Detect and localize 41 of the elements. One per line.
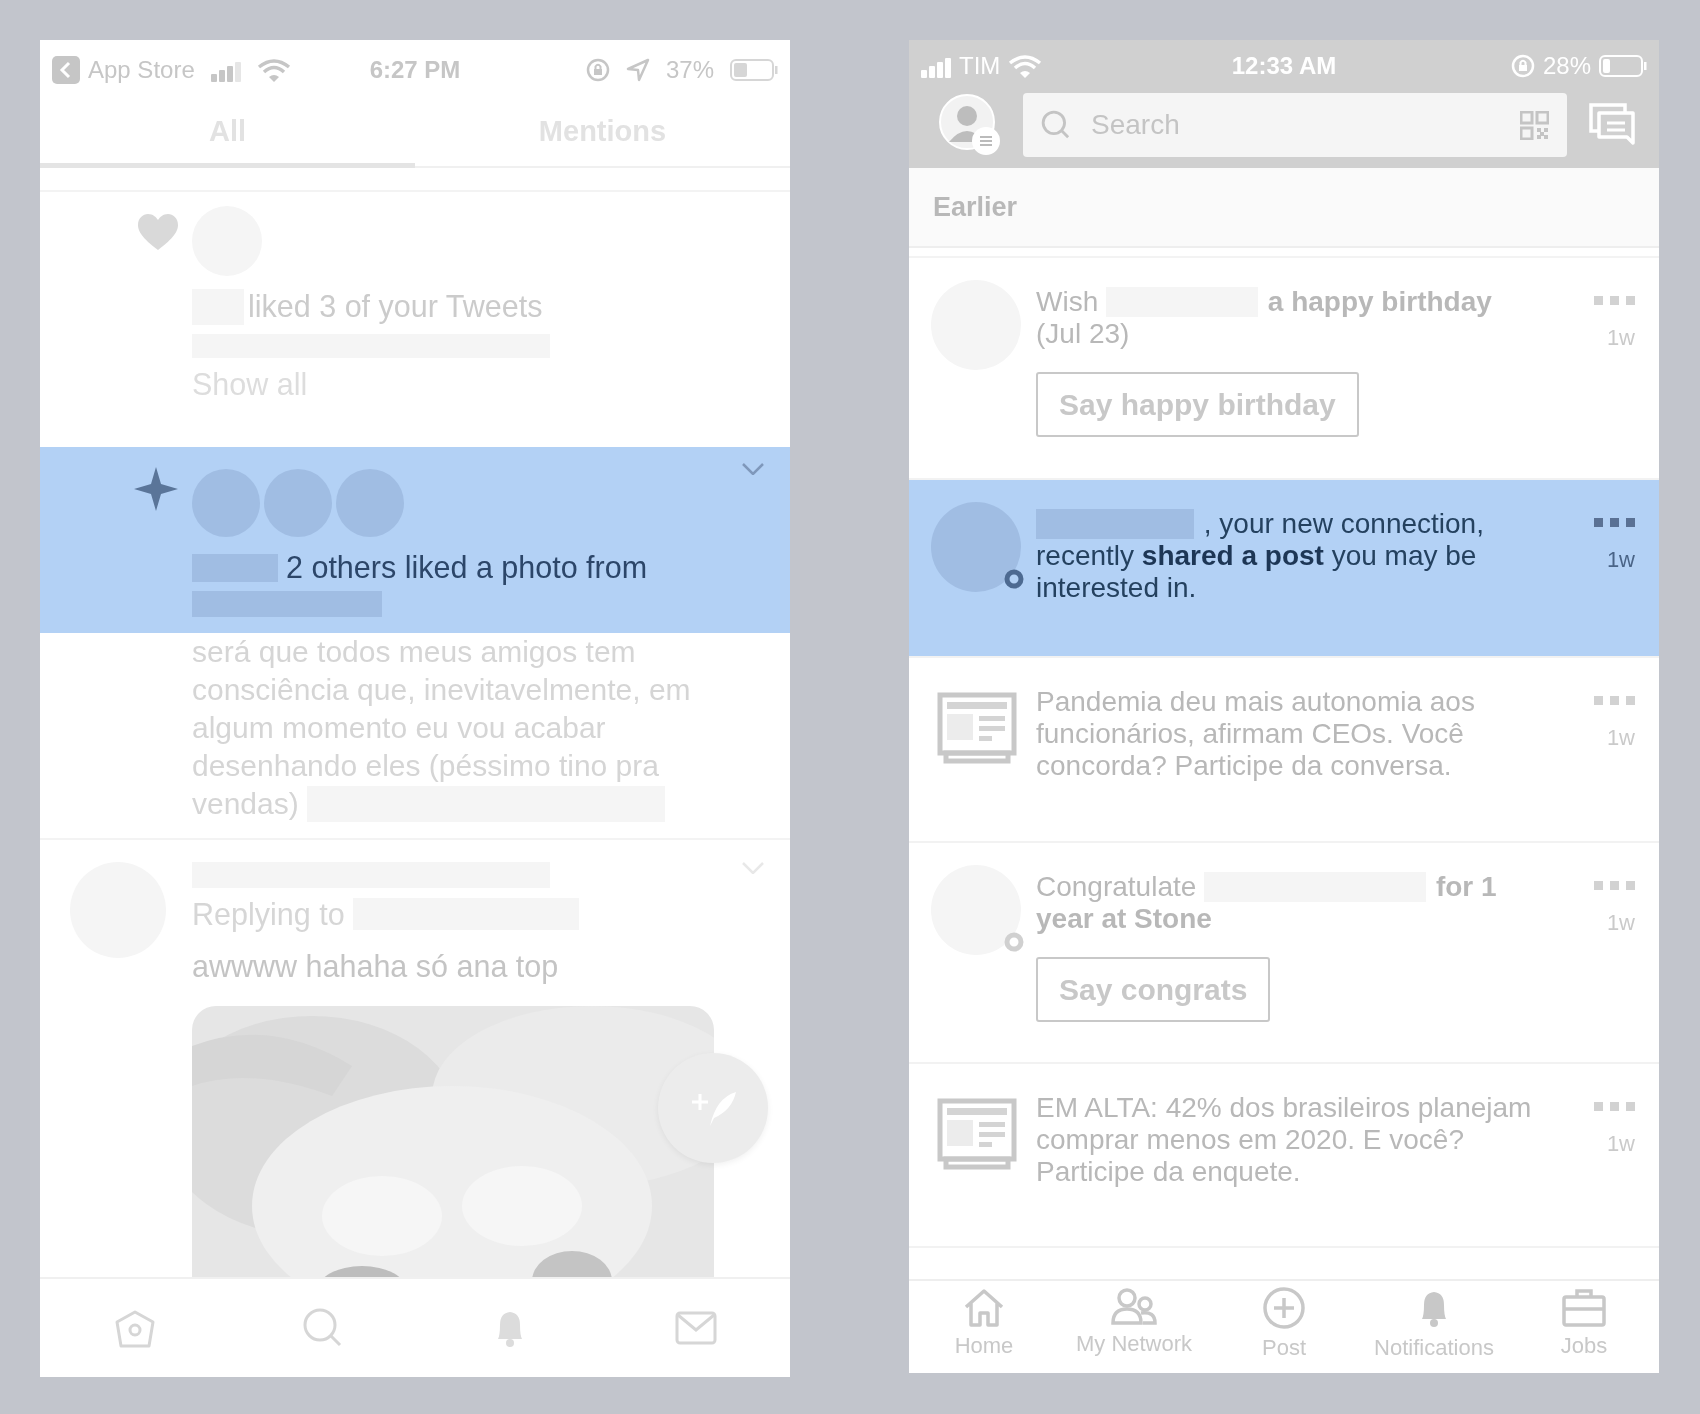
- notification-text: Wish a happy birthday (Jul 23): [1036, 286, 1493, 350]
- battery-icon: [730, 59, 778, 81]
- status-ring-icon: [1003, 568, 1025, 590]
- heart-icon: [138, 214, 178, 250]
- more-icon[interactable]: [1594, 296, 1635, 305]
- rotation-lock-icon: [585, 58, 610, 82]
- newspaper-icon: [937, 1098, 1017, 1170]
- people-icon: [1111, 1287, 1157, 1325]
- briefcase-icon: [1562, 1287, 1606, 1327]
- section-title: Earlier: [933, 190, 1018, 224]
- notification-text: Congratulate for 1 year at Stone: [1036, 871, 1498, 935]
- tweet-text: awwww hahaha só ana top: [192, 948, 560, 986]
- more-icon[interactable]: [1594, 696, 1635, 705]
- more-icon[interactable]: [1594, 1102, 1635, 1111]
- rotation-lock-icon: [1510, 54, 1535, 78]
- wifi-icon: [1008, 54, 1043, 78]
- battery-percentage: 37%: [665, 55, 714, 85]
- qr-code-icon[interactable]: [1520, 110, 1549, 140]
- more-icon[interactable]: [1594, 881, 1635, 890]
- back-icon: [52, 56, 80, 84]
- status-ring-icon: [1003, 931, 1025, 953]
- mail-icon[interactable]: [675, 1309, 718, 1347]
- more-icon[interactable]: [1594, 518, 1635, 527]
- back-link[interactable]: App Store: [52, 52, 195, 88]
- notification-text: EM ALTA: 42% dos brasileiros planejam comprar menos em 2020. E você? Participe da enquete.: [1036, 1092, 1533, 1188]
- plus-circle-icon: [1263, 1287, 1305, 1329]
- timestamp: 1w: [1606, 546, 1635, 574]
- sparkle-icon: [134, 467, 178, 511]
- battery-icon: [1599, 55, 1647, 77]
- notification-text: , your new connection, recently shared a post you may be interested in.: [1036, 508, 1485, 604]
- notification-text: 2 others liked a photo from: [192, 547, 648, 587]
- newspaper-icon: [937, 692, 1017, 764]
- wifi-icon: [256, 58, 291, 82]
- status-time: 6:27 PM: [369, 56, 461, 83]
- chevron-down-icon[interactable]: [742, 463, 764, 475]
- location-icon: [625, 58, 650, 82]
- messaging-icon[interactable]: [1589, 103, 1637, 147]
- search-icon: [1041, 110, 1071, 140]
- home-icon: [962, 1287, 1006, 1327]
- notification-text: Pandemia deu mais autonomia aos funcionários, afirmam CEOs. Você concorda? Participe da conversa.: [1036, 686, 1476, 782]
- profile-avatar[interactable]: [939, 94, 1001, 156]
